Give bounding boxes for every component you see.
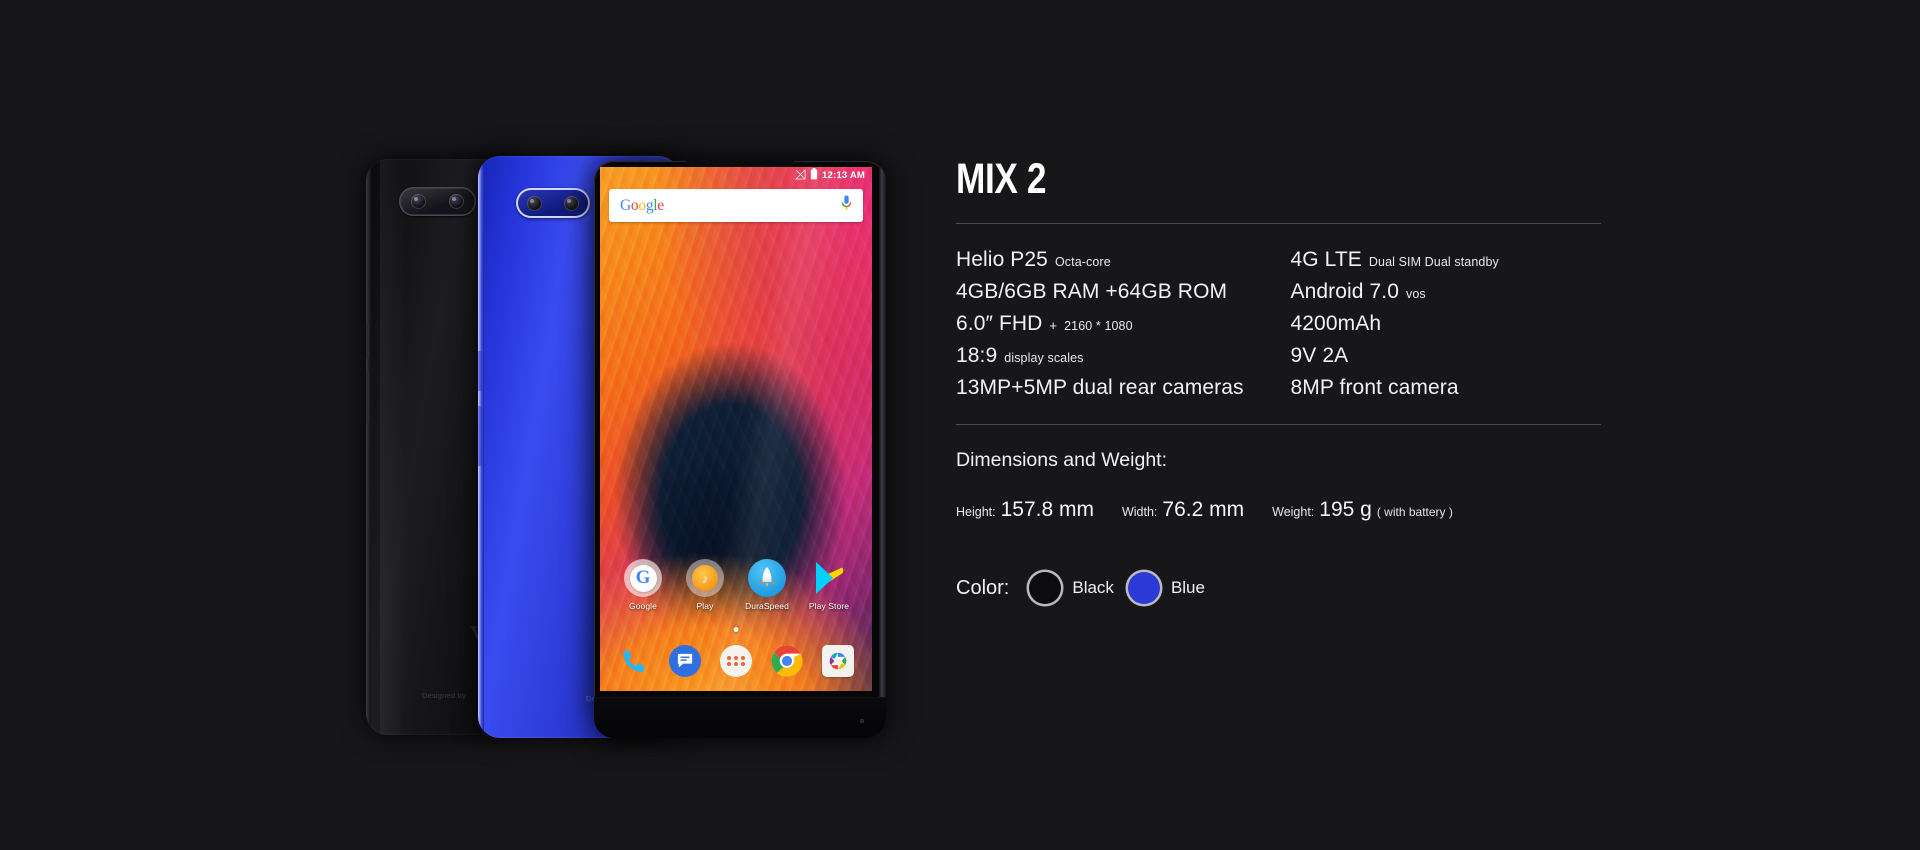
spec-row: 9V 2A — [1291, 340, 1602, 372]
app-play[interactable]: ♪ Play — [679, 559, 731, 611]
google-icon: G — [624, 559, 662, 597]
spec-grid: Helio P25 Octa-core 4GB/6GB RAM +64GB RO… — [956, 244, 1601, 404]
dimension-label: Width: — [1121, 505, 1158, 519]
spec-sub: vos — [1406, 287, 1426, 301]
rocket-icon — [748, 559, 786, 597]
phone-frame-edge — [879, 161, 886, 738]
app-label: Google — [628, 601, 657, 611]
divider — [956, 223, 1601, 224]
spec-main: Android 7.0 — [1290, 280, 1400, 303]
app-google[interactable]: G Google — [617, 559, 669, 611]
bottom-bezel — [594, 697, 886, 738]
camera-lens-icon — [410, 194, 426, 209]
microphone-icon[interactable] — [841, 195, 852, 216]
power-button — [366, 324, 369, 358]
spec-column-right: 4G LTE Dual SIM Dual standby Android 7.0… — [1279, 244, 1602, 404]
app-label: DuraSpeed — [745, 601, 789, 611]
spec-main: 18:9 — [956, 344, 998, 367]
color-swatch[interactable] — [1029, 572, 1062, 604]
phone-icon[interactable] — [618, 645, 650, 677]
page-title: MIX 2 — [956, 155, 1047, 203]
spec-sub: display scales — [1004, 351, 1084, 365]
spec-superscript: + — [1049, 318, 1058, 333]
divider — [956, 424, 1601, 425]
app-label: Play Store — [808, 601, 850, 611]
spec-main: 4G LTE — [1290, 248, 1362, 271]
volume-button — [366, 371, 369, 423]
status-bar-clock: 12:13 AM — [822, 170, 865, 181]
spec-main: Helio P25 — [956, 248, 1048, 271]
dimension-height: Height: 157.8 mm — [956, 498, 1094, 522]
dimension-value: 76.2 mm — [1162, 498, 1245, 521]
spec-column-left: Helio P25 Octa-core 4GB/6GB RAM +64GB RO… — [956, 244, 1279, 404]
spec-sub: Octa-core — [1054, 255, 1111, 269]
spec-row: 13MP+5MP dual rear cameras — [956, 372, 1279, 404]
spec-row: 4G LTE Dual SIM Dual standby — [1291, 244, 1602, 276]
spec-row: 6.0″ FHD + 2160 * 1080 — [956, 308, 1279, 340]
messages-icon[interactable] — [669, 645, 702, 677]
color-label: Color: — [956, 576, 1010, 599]
product-image-group: V Designed by V Designed by — [366, 156, 886, 738]
color-swatch[interactable] — [1127, 572, 1160, 604]
spec-main: 4GB/6GB RAM +64GB ROM — [956, 280, 1228, 303]
dimension-weight: Weight: 195 g ( with battery ) — [1272, 498, 1453, 522]
battery-icon — [810, 167, 818, 185]
color-name: Blue — [1170, 578, 1205, 597]
google-search-bar[interactable]: Google — [609, 189, 863, 222]
camera-lens-icon — [449, 194, 465, 209]
spec-row: 18:9 display scales — [956, 340, 1279, 372]
phone-screen[interactable]: 12:13 AM Google G Google ♪ Play DuraSpee… — [600, 167, 872, 691]
product-info-panel: MIX 2 Helio P25 Octa-core 4GB/6GB RAM +6… — [956, 158, 1601, 604]
app-drawer-icon[interactable] — [719, 645, 752, 677]
spec-main: 9V 2A — [1290, 344, 1349, 367]
camera-icon[interactable] — [821, 645, 854, 677]
camera-lens-icon — [527, 195, 542, 211]
dual-camera-module — [399, 187, 476, 216]
dimension-note: ( with battery ) — [1376, 505, 1453, 519]
dimension-label: Weight: — [1272, 505, 1315, 519]
dimension-value: 157.8 mm — [1000, 498, 1094, 521]
dock — [600, 645, 872, 677]
power-button — [478, 351, 482, 391]
dimensions-section-title: Dimensions and Weight: — [956, 449, 1167, 471]
signal-off-icon — [794, 167, 806, 185]
spec-main: 13MP+5MP dual rear cameras — [956, 376, 1244, 399]
wallpaper — [600, 167, 872, 691]
page-indicator-dot — [733, 627, 739, 632]
spec-row: 8MP front camera — [1291, 372, 1602, 404]
spec-row: 4200mAh — [1291, 308, 1602, 340]
dimension-width: Width: 76.2 mm — [1122, 498, 1244, 522]
volume-button — [478, 406, 482, 466]
dimension-label: Height: — [956, 505, 996, 519]
spec-main: 4200mAh — [1290, 312, 1382, 335]
app-row: G Google ♪ Play DuraSpeed Play Store — [600, 559, 872, 611]
dual-camera-module — [516, 188, 590, 218]
app-label: Play — [696, 601, 714, 611]
spec-row: 4GB/6GB RAM +64GB ROM — [956, 276, 1279, 308]
color-option-blue[interactable]: Blue — [1127, 572, 1205, 604]
google-logo: Google — [620, 196, 664, 214]
camera-lens-icon — [564, 195, 579, 211]
play-music-icon: ♪ — [686, 559, 724, 597]
spec-main: 6.0″ FHD — [956, 312, 1043, 335]
phone-front-display[interactable]: 12:13 AM Google G Google ♪ Play DuraSpee… — [594, 161, 886, 738]
chrome-icon[interactable] — [771, 645, 803, 677]
dimension-value: 195 g — [1319, 498, 1372, 521]
front-camera-icon — [860, 719, 864, 723]
color-name: Black — [1072, 578, 1114, 597]
designed-by-text: Designed by — [422, 691, 466, 700]
spec-row: Android 7.0 vos — [1291, 276, 1602, 308]
spec-sub: Dual SIM Dual standby — [1368, 255, 1499, 269]
dimensions-row: Height: 157.8 mm Width: 76.2 mm Weight: … — [956, 498, 1601, 522]
color-selector: Color: Black Blue — [956, 572, 1601, 604]
spec-row: Helio P25 Octa-core — [956, 244, 1279, 276]
app-duraspeed[interactable]: DuraSpeed — [741, 559, 793, 611]
play-store-icon — [810, 559, 848, 597]
color-option-black[interactable]: Black — [1029, 572, 1114, 604]
spec-main: 8MP front camera — [1290, 376, 1459, 399]
app-play-store[interactable]: Play Store — [803, 559, 855, 611]
status-bar: 12:13 AM — [600, 167, 872, 184]
spec-sub: 2160 * 1080 — [1064, 319, 1133, 333]
earpiece-notch — [686, 161, 794, 166]
